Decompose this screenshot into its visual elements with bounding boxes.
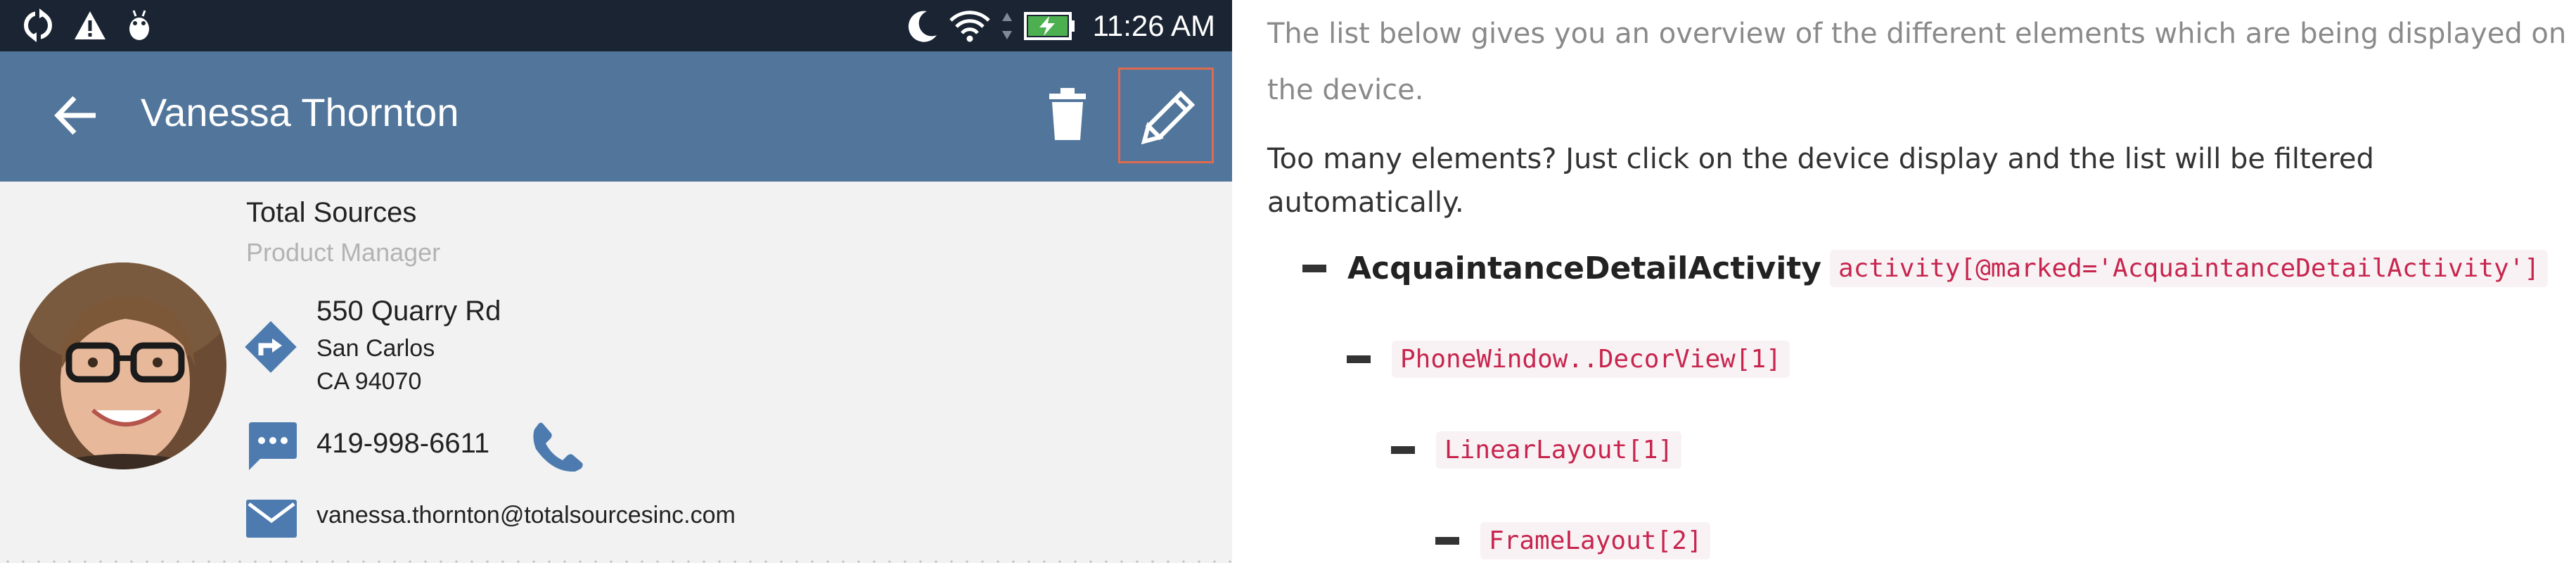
email-icon[interactable] [245, 497, 298, 540]
device-screen[interactable]: 11:26 AM Vanessa Thornton Total Sources … [0, 0, 1232, 563]
sync-icon [24, 8, 52, 42]
edit-pencil-icon [1141, 91, 1195, 144]
battery-charging-icon [1023, 11, 1075, 40]
contact-detail: Total Sources Product Manager 550 Quarry… [0, 182, 1232, 563]
address-city: San Carlos [316, 335, 435, 362]
data-arrows-icon [1001, 12, 1012, 39]
warning-icon [75, 11, 105, 39]
tree-node-selector: activity[@marked='AcquaintanceDetailActi… [1830, 250, 2549, 287]
app-bar: Vanessa Thornton [0, 51, 1232, 182]
message-icon[interactable] [245, 421, 298, 472]
company-name: Total Sources [246, 197, 417, 228]
android-debug-icon [129, 10, 149, 40]
filter-hint-text: Too many elements? Just click on the dev… [1267, 143, 2374, 219]
tree-node-selector: PhoneWindow..DecorView[1] [1392, 341, 1790, 378]
address-street: 550 Quarry Rd [316, 296, 501, 327]
edit-button[interactable] [1118, 68, 1214, 163]
job-title: Product Manager [246, 238, 441, 267]
do-not-disturb-moon-icon [908, 11, 937, 42]
collapse-icon[interactable] [1302, 265, 1326, 272]
collapse-icon[interactable] [1347, 355, 1371, 363]
divider [0, 560, 1232, 563]
intro-text: The list below gives you an overview of … [1267, 18, 2567, 106]
tree-node[interactable]: AcquaintanceDetailActivity activity[@mar… [1302, 250, 2549, 287]
status-bar: 11:26 AM [0, 0, 1232, 51]
tree-node[interactable]: LinearLayout[1] [1391, 431, 1682, 469]
phone-icon[interactable] [532, 421, 584, 473]
email-address: vanessa.thornton@totalsourcesinc.com [316, 502, 736, 529]
tree-node-selector: LinearLayout[1] [1436, 431, 1682, 469]
tree-node[interactable]: FrameLayout[2] [1435, 522, 1711, 559]
back-arrow-icon[interactable] [52, 91, 101, 140]
collapse-icon[interactable] [1391, 446, 1415, 454]
tree-node[interactable]: PhoneWindow..DecorView[1] [1347, 341, 1790, 378]
phone-number: 419-998-6611 [316, 428, 490, 459]
page-title: Vanessa Thornton [141, 90, 459, 134]
collapse-icon[interactable] [1435, 537, 1459, 545]
tree-node-selector: FrameLayout[2] [1480, 522, 1711, 559]
tree-node-name: AcquaintanceDetailActivity [1347, 251, 1822, 286]
avatar [20, 262, 226, 469]
address-state-zip: CA 94070 [316, 368, 422, 395]
wifi-icon [949, 10, 990, 42]
elements-panel: The list below gives you an overview of … [1232, 0, 2576, 563]
status-time: 11:26 AM [1092, 8, 1215, 42]
directions-icon[interactable] [243, 319, 299, 375]
delete-icon[interactable] [1045, 87, 1090, 143]
